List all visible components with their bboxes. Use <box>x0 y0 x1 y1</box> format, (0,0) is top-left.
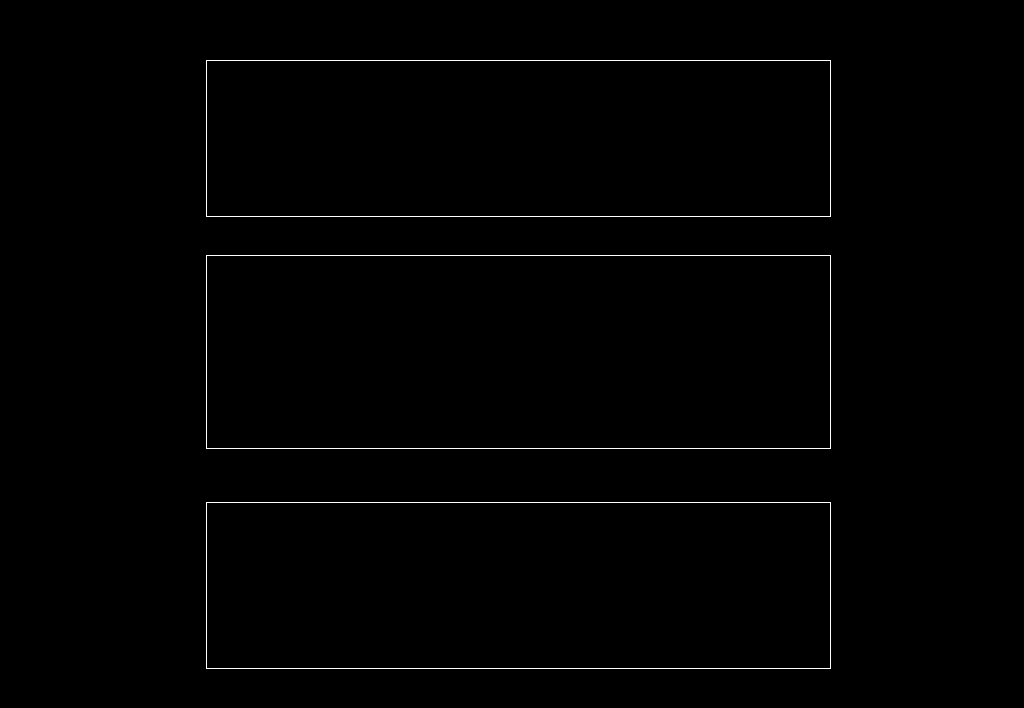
plot-page <box>0 0 1024 708</box>
spectrogram-panel <box>206 60 831 217</box>
pitch-canvas <box>207 256 830 448</box>
def-colorbar <box>851 77 887 203</box>
deg-colorbar <box>851 273 887 432</box>
spectrogram-y-axis-label <box>48 41 94 241</box>
spectrogram-canvas <box>207 61 830 216</box>
pitch-panel <box>206 255 831 449</box>
timeseries-left-y-axis-label <box>53 466 99 706</box>
timeseries-right-y-axis-label <box>952 454 998 708</box>
timeseries-panel <box>206 502 831 669</box>
timeseries-canvas <box>207 503 830 668</box>
